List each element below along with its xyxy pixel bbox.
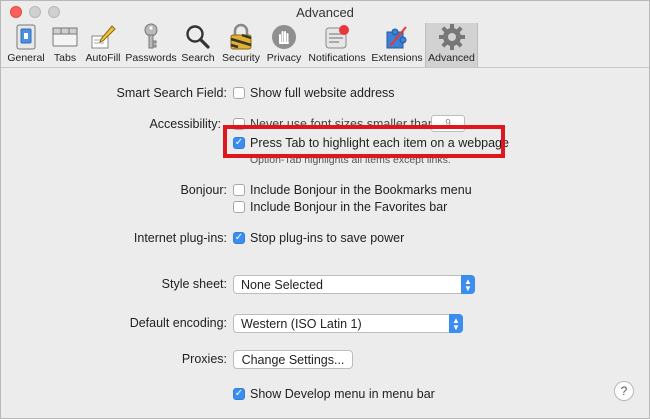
chevron-updown-icon: ▲ ▼ <box>449 314 463 333</box>
bonjour-label: Bonjour: <box>180 183 227 197</box>
change-settings-button[interactable]: Change Settings... <box>233 350 353 369</box>
tabs-icon <box>50 23 80 51</box>
toolbar-advanced[interactable]: Advanced <box>425 23 478 67</box>
show-full-address-option[interactable]: Show full website address <box>233 86 395 100</box>
bonjour-favorites-checkbox[interactable] <box>233 201 245 213</box>
toolbar-extensions[interactable]: Extensions <box>371 23 423 67</box>
search-icon <box>183 23 213 51</box>
title-bar: Advanced <box>1 1 649 23</box>
bonjour-favorites-option[interactable]: Include Bonjour in the Favorites bar <box>233 200 447 214</box>
bonjour-bookmarks-checkbox[interactable] <box>233 184 245 196</box>
pencil-icon <box>88 23 118 51</box>
encoding-label: Default encoding: <box>129 316 227 330</box>
toolbar-autofill[interactable]: AutoFill <box>83 23 123 67</box>
toolbar-notifications[interactable]: Notifications <box>305 23 369 67</box>
toolbar-security[interactable]: Security <box>219 23 263 67</box>
smart-search-label: Smart Search Field: <box>116 86 227 100</box>
help-button[interactable]: ? <box>614 381 634 401</box>
stop-plugins-checkbox[interactable] <box>233 232 245 244</box>
general-icon <box>11 23 41 51</box>
stop-plugins-option[interactable]: Stop plug-ins to save power <box>233 231 404 245</box>
encoding-select[interactable]: Western (ISO Latin 1) ▲ ▼ <box>233 314 463 333</box>
notification-icon <box>322 23 352 51</box>
proxies-label: Proxies: <box>181 352 227 366</box>
style-sheet-label: Style sheet: <box>161 277 227 291</box>
toolbar-general[interactable]: General <box>5 23 47 67</box>
toolbar-privacy[interactable]: Privacy <box>265 23 303 67</box>
hand-icon <box>269 23 299 51</box>
accessibility-label: Accessibility: <box>149 117 221 131</box>
window-title: Advanced <box>296 5 354 20</box>
develop-menu-option[interactable]: Show Develop menu in menu bar <box>233 387 435 401</box>
lock-icon <box>226 23 256 51</box>
toolbar-tabs[interactable]: Tabs <box>49 23 81 67</box>
toolbar-search[interactable]: Search <box>179 23 217 67</box>
develop-menu-checkbox[interactable] <box>233 388 245 400</box>
show-full-address-checkbox[interactable] <box>233 87 245 99</box>
preferences-toolbar: General Tabs AutoFill Passwords Search S… <box>1 23 649 68</box>
puzzle-icon <box>382 23 412 51</box>
plugins-label: Internet plug-ins: <box>133 231 227 245</box>
highlight-annotation <box>223 125 505 158</box>
toolbar-passwords[interactable]: Passwords <box>125 23 177 67</box>
key-icon <box>136 23 166 51</box>
gear-icon <box>437 23 467 51</box>
advanced-settings-pane: Smart Search Field: Show full website ad… <box>1 69 649 419</box>
bonjour-bookmarks-option[interactable]: Include Bonjour in the Bookmarks menu <box>233 183 472 197</box>
chevron-updown-icon: ▲ ▼ <box>461 275 475 294</box>
preferences-window: Advanced General Tabs AutoFill Passwords <box>0 0 650 419</box>
style-sheet-select[interactable]: None Selected ▲ ▼ <box>233 275 475 294</box>
